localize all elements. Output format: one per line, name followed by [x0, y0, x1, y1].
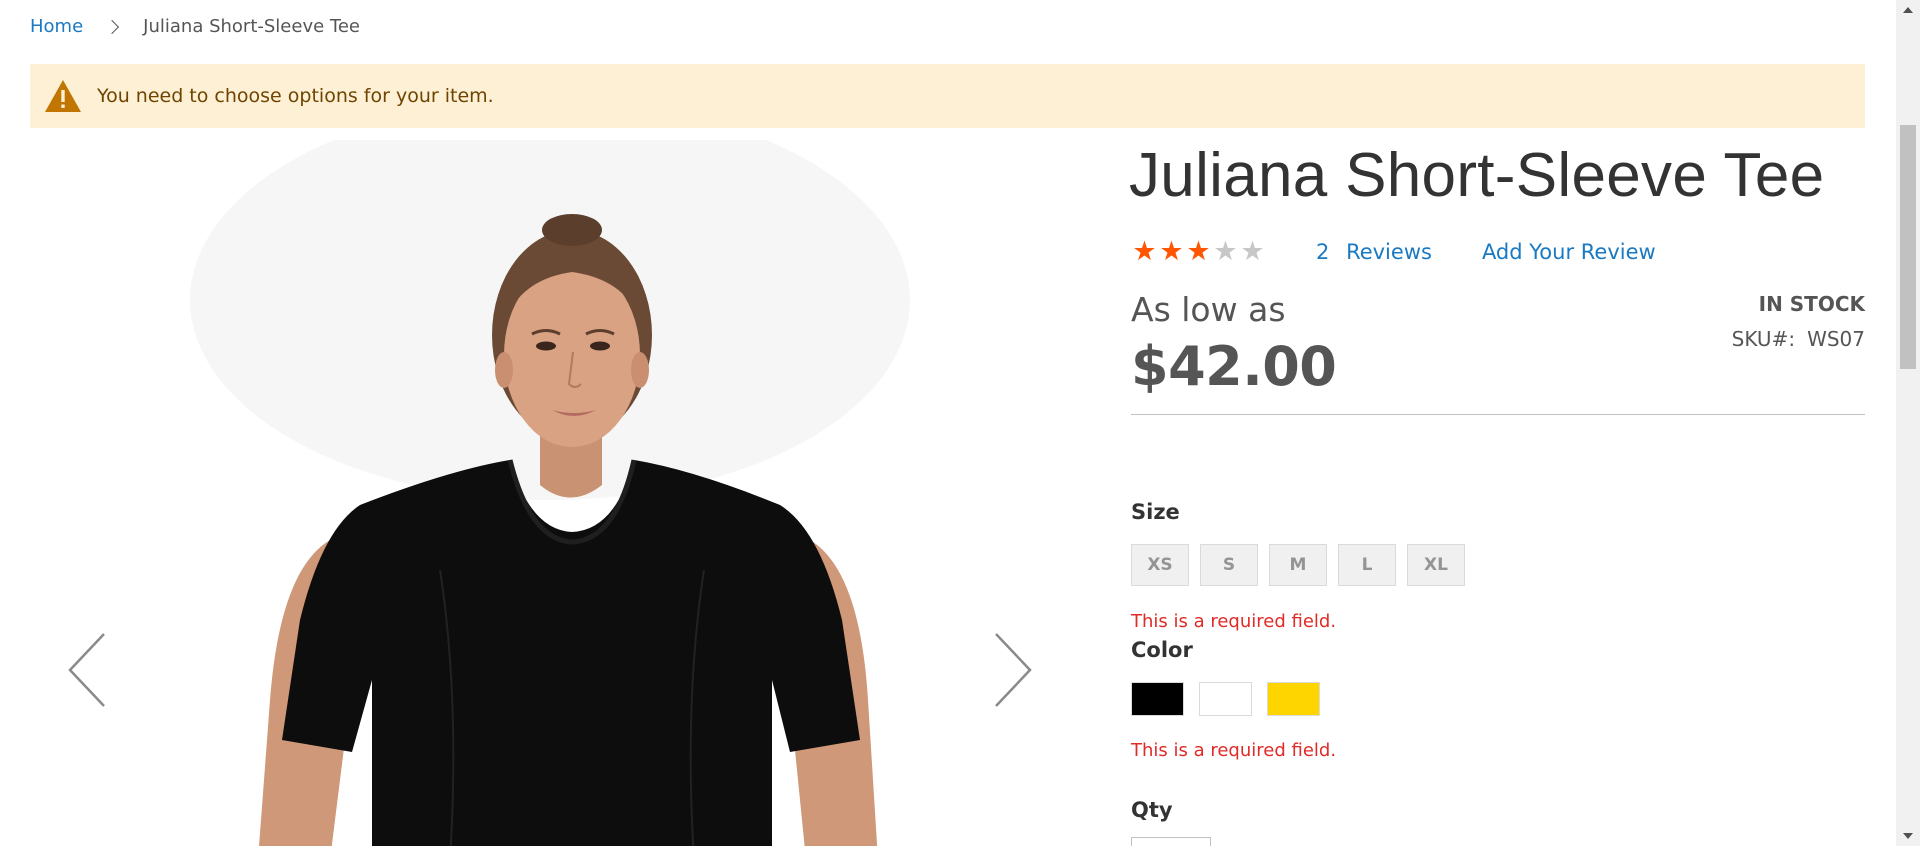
star-icon: ★	[1186, 236, 1211, 267]
breadcrumb-home-link[interactable]: Home	[30, 14, 83, 40]
rating-stars: ★ ★ ★ ★ ★	[1131, 238, 1266, 266]
breadcrumb: Home Juliana Short-Sleeve Tee	[30, 14, 360, 40]
color-option-black[interactable]	[1131, 682, 1184, 716]
sku-value: WS07	[1807, 327, 1865, 351]
size-swatch-group: XS S M L XL	[1131, 544, 1465, 586]
product-gallery	[30, 140, 1070, 846]
notice-message: You need to choose options for your item…	[97, 85, 494, 107]
gallery-next-chevron-right-icon[interactable]	[990, 630, 1034, 710]
gallery-prev-chevron-left-icon[interactable]	[66, 630, 110, 710]
product-sku: SKU#: WS07	[1732, 327, 1865, 351]
scroll-up-arrow-icon[interactable]	[1903, 7, 1913, 13]
star-icon: ★	[1240, 236, 1265, 267]
product-price: $42.00	[1131, 335, 1337, 398]
reviews-count: 2	[1316, 240, 1330, 264]
product-reviews-summary: ★ ★ ★ ★ ★ 2 Reviews Add Your Review	[1131, 237, 1656, 267]
scroll-down-arrow-icon[interactable]	[1903, 833, 1913, 839]
size-option-m[interactable]: M	[1269, 544, 1327, 586]
color-required-error: This is a required field.	[1131, 740, 1337, 761]
sku-label: SKU#:	[1731, 327, 1796, 351]
color-option-yellow[interactable]	[1267, 682, 1320, 716]
color-label: Color	[1131, 638, 1193, 662]
star-icon: ★	[1213, 236, 1238, 267]
page-title: Juliana Short-Sleeve Tee	[1129, 141, 1825, 210]
add-review-link[interactable]: Add Your Review	[1482, 240, 1656, 264]
color-option-white[interactable]	[1199, 682, 1252, 716]
scrollbar-thumb[interactable]	[1900, 125, 1916, 369]
size-option-s[interactable]: S	[1200, 544, 1258, 586]
breadcrumb-separator-icon	[105, 19, 120, 35]
warning-icon	[45, 80, 81, 112]
reviews-link[interactable]: 2 Reviews	[1316, 240, 1432, 264]
size-option-xl[interactable]: XL	[1407, 544, 1465, 586]
price-label: As low as	[1131, 290, 1286, 329]
reviews-label: Reviews	[1346, 240, 1432, 264]
options-required-notice: You need to choose options for your item…	[30, 64, 1865, 128]
product-image	[190, 140, 910, 846]
qty-input[interactable]	[1131, 837, 1211, 846]
star-icon: ★	[1159, 236, 1184, 267]
size-label: Size	[1131, 500, 1180, 524]
product-page: Home Juliana Short-Sleeve Tee You need t…	[0, 0, 1920, 846]
star-icon: ★	[1132, 236, 1157, 267]
color-swatch-group	[1131, 682, 1320, 716]
size-option-l[interactable]: L	[1338, 544, 1396, 586]
divider	[1131, 414, 1865, 415]
qty-label: Qty	[1131, 798, 1173, 822]
breadcrumb-current: Juliana Short-Sleeve Tee	[143, 16, 360, 37]
size-required-error: This is a required field.	[1131, 611, 1337, 632]
size-option-xs[interactable]: XS	[1131, 544, 1189, 586]
stock-status: IN STOCK	[1758, 292, 1865, 316]
page-scrollbar[interactable]	[1896, 0, 1920, 846]
